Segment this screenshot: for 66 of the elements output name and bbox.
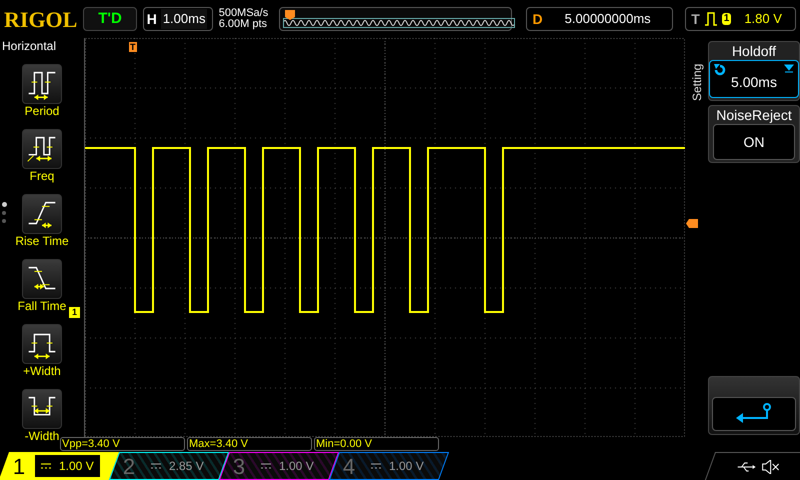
- dc-coupling-icon: [41, 463, 52, 469]
- trigger-box[interactable]: T 1 1.80 V: [685, 7, 796, 31]
- usb-icon: [737, 462, 756, 472]
- trigger-source: 1: [722, 13, 732, 25]
- dc-coupling-icon: [151, 463, 162, 469]
- measure-button[interactable]: [22, 324, 62, 364]
- timebase-value: 1.00ms: [160, 9, 208, 29]
- menu-title: Horizontal: [0, 39, 56, 53]
- trigger-position-icon: [284, 10, 295, 20]
- menu-item-label: Fall Time: [18, 299, 66, 313]
- noise-reject-label: NoiseReject: [716, 106, 792, 124]
- delay-label: D: [532, 10, 543, 28]
- timebase-box[interactable]: H 1.00ms: [142, 7, 213, 31]
- holdoff-field[interactable]: 5.00ms: [709, 60, 799, 98]
- channel-scale: 1.00 V: [59, 458, 94, 475]
- push-knob-icon: [784, 64, 794, 74]
- channel-tab[interactable]: 2 2.85 V: [108, 452, 230, 480]
- measure-button[interactable]: [22, 129, 62, 169]
- menu-item-label: -Width: [24, 429, 60, 443]
- timebase-label: H: [146, 10, 157, 28]
- waveform-overview-icon: [282, 18, 515, 28]
- noise-reject-value: ON: [713, 124, 795, 160]
- run-status[interactable]: T'D: [83, 7, 137, 31]
- channel-number: 4: [343, 452, 356, 480]
- channel-number: 2: [123, 452, 136, 480]
- channel-number: 1: [13, 452, 26, 480]
- trigger-level: 1.80 V: [744, 10, 782, 28]
- measurement-readout: Vpp=3.40 V: [60, 437, 185, 451]
- memory-depth: 6.00M pts: [218, 19, 268, 30]
- channel-scale: 1.00 V: [389, 458, 424, 475]
- return-arrow-icon: [734, 402, 774, 426]
- trigger-level-marker: [686, 219, 698, 228]
- menu-title: Setting: [689, 62, 705, 101]
- trigger-label: T: [691, 10, 700, 28]
- measurement-readout: Max=3.40 V: [187, 437, 312, 451]
- delay-value: 5.00000000ms: [564, 10, 651, 28]
- menu-item-label: Rise Time: [15, 234, 69, 248]
- channel-scale: 1.00 V: [279, 458, 314, 475]
- measure-button[interactable]: [22, 389, 62, 429]
- back-button[interactable]: [708, 376, 800, 435]
- dc-coupling-icon: [261, 463, 272, 469]
- trigger-position-marker: T: [129, 42, 136, 52]
- channel-number: 3: [233, 452, 246, 480]
- menu-item-label: +Width: [23, 364, 61, 378]
- menu-item-label: Freq: [30, 169, 54, 183]
- measure-button[interactable]: [22, 64, 62, 104]
- measure-button[interactable]: [22, 194, 62, 234]
- brand-logo: RIGOL: [4, 6, 78, 34]
- noise-reject-panel[interactable]: NoiseReject ON: [708, 105, 800, 163]
- channel-scale: 2.85 V: [169, 458, 204, 475]
- channel-tab[interactable]: 4 1.00 V: [328, 452, 450, 480]
- channel-marker: 1: [69, 307, 80, 318]
- holdoff-label: Holdoff: [732, 42, 776, 60]
- rotate-knob-icon: [714, 64, 726, 76]
- speaker-muted-icon: [761, 460, 780, 474]
- measure-button[interactable]: [22, 259, 62, 299]
- dc-coupling-icon: [371, 463, 382, 469]
- measurement-readout: Min=0.00 V: [314, 437, 439, 451]
- sample-rate: 500MSa/s: [218, 8, 270, 19]
- holdoff-value: 5.00ms: [731, 73, 777, 92]
- delay-box[interactable]: D 5.00000000ms: [526, 7, 674, 31]
- menu-item-label: Period: [24, 104, 60, 118]
- channel-tab[interactable]: 1 1.00 V: [0, 452, 120, 480]
- channel-tab[interactable]: 3 1.00 V: [218, 452, 340, 480]
- holdoff-panel[interactable]: Holdoff 5.00ms: [708, 41, 800, 101]
- rising-edge-icon: [704, 12, 717, 26]
